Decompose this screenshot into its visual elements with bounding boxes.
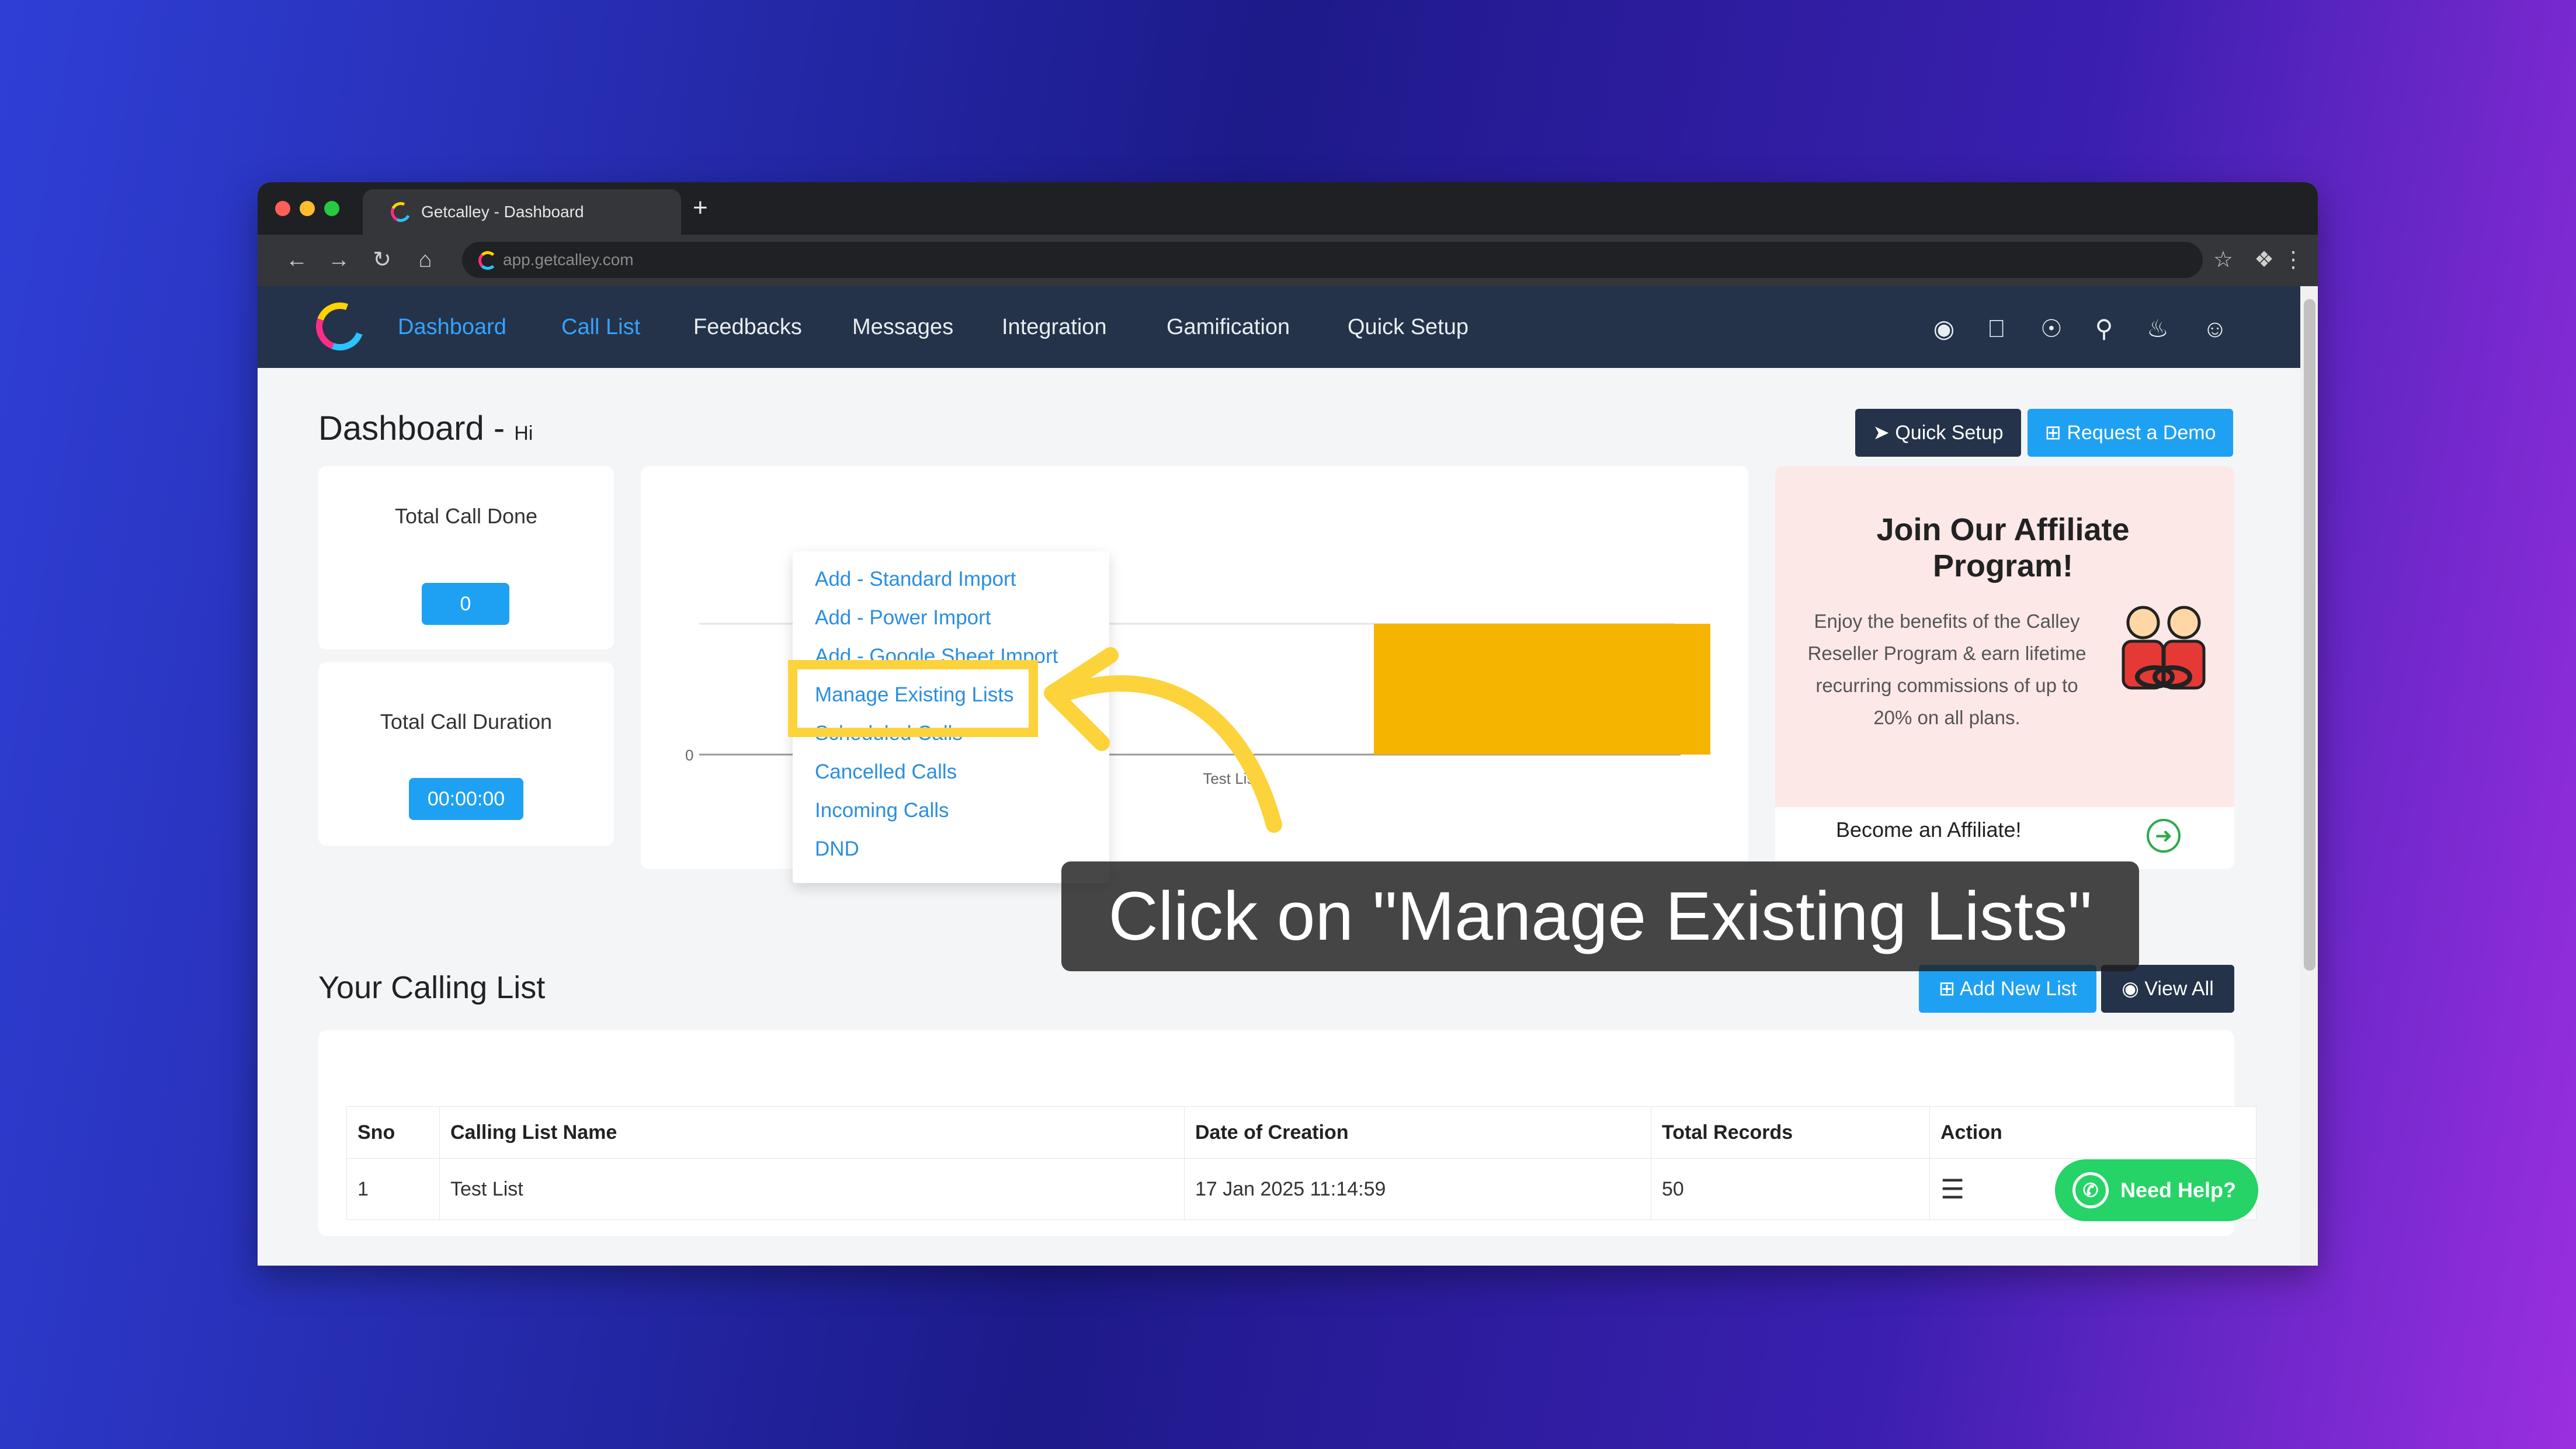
request-demo-button[interactable]: ⊞ Request a Demo — [2028, 409, 2233, 457]
forward-icon[interactable]: → — [324, 245, 353, 274]
chart-bar-test-list — [1374, 624, 1710, 755]
plus-square-icon: ⊞ — [2044, 422, 2061, 444]
browser-tab-bar: Getcalley - Dashboard + — [258, 182, 2318, 235]
tab-title: Getcalley - Dashboard — [421, 203, 584, 221]
add-new-list-button[interactable]: ⊞ Add New List — [1919, 965, 2096, 1013]
close-window-icon[interactable] — [275, 201, 290, 216]
android-icon[interactable]: ◉ — [1929, 314, 1959, 343]
nav-integration[interactable]: Integration — [1002, 286, 1107, 368]
calling-list-heading: Your Calling List — [318, 970, 546, 1005]
back-icon[interactable]: ← — [282, 245, 311, 274]
apple-icon[interactable]:  — [1982, 314, 2011, 343]
app-navbar: Dashboard Call List Feedbacks Messages I… — [258, 286, 2300, 368]
affiliate-title: Join Our Affiliate Program! — [1876, 512, 2130, 583]
paper-plane-icon: ➤ — [1873, 422, 1890, 444]
table-row[interactable]: 1 Test List 17 Jan 2025 11:14:59 50 ☰ — [346, 1158, 2256, 1220]
affiliate-people-icon — [2122, 606, 2206, 690]
site-favicon-icon — [478, 251, 497, 270]
browser-window: Getcalley - Dashboard + ← → ↻ ⌂ app.getc… — [258, 182, 2318, 1266]
tutorial-caption: Click on "Manage Existing Lists" — [1061, 861, 2139, 971]
nav-messages[interactable]: Messages — [852, 286, 953, 368]
affiliate-card: Join Our Affiliate Program! Enjoy the be… — [1775, 466, 2234, 869]
cell-records: 50 — [1651, 1158, 1930, 1220]
maximize-window-icon[interactable] — [324, 201, 339, 216]
browser-toolbar: ← → ↻ ⌂ app.getcalley.com ☆ ❖ ⋮ — [258, 235, 2318, 286]
reload-icon[interactable]: ↻ — [367, 245, 397, 274]
bookmark-star-icon[interactable]: ☆ — [2209, 245, 2238, 274]
eye-icon: ◉ — [2122, 978, 2139, 1000]
address-bar[interactable]: app.getcalley.com — [462, 242, 2203, 278]
browser-menu-icon[interactable]: ⋮ — [2279, 245, 2308, 274]
affiliate-description: Enjoy the benefits of the Calley Reselle… — [1807, 610, 2087, 728]
extensions-icon[interactable]: ❖ — [2249, 245, 2279, 274]
support-icon[interactable]: ☉ — [2037, 314, 2066, 343]
bell-icon[interactable]: ♨ — [2143, 314, 2172, 343]
nav-feedbacks[interactable]: Feedbacks — [693, 286, 802, 368]
new-tab-button[interactable]: + — [693, 195, 708, 221]
column-header: Sno — [346, 1106, 440, 1159]
minimize-window-icon[interactable] — [300, 201, 315, 216]
quick-setup-button[interactable]: ➤ Quick Setup — [1855, 409, 2021, 457]
nav-dashboard[interactable]: Dashboard — [398, 286, 506, 368]
calley-logo[interactable] — [308, 294, 372, 359]
table-header-row: Sno Calling List Name Date of Creation T… — [346, 1106, 2256, 1159]
scrollbar-thumb[interactable] — [2304, 299, 2315, 971]
nav-quick-setup[interactable]: Quick Setup — [1348, 286, 1468, 368]
plus-square-icon: ⊞ — [1938, 978, 1956, 1000]
column-header: Total Records — [1651, 1106, 1930, 1159]
column-header: Date of Creation — [1184, 1106, 1651, 1159]
total-call-done-value: 0 — [422, 583, 509, 625]
cell-date: 17 Jan 2025 11:14:59 — [1184, 1158, 1651, 1220]
pointer-arrow-icon — [1044, 647, 1282, 833]
calley-favicon-icon — [388, 199, 414, 225]
home-icon[interactable]: ⌂ — [411, 245, 440, 274]
total-calls-card: Total Call Done 0 — [318, 466, 614, 649]
need-help-label: Need Help? — [2120, 1178, 2237, 1202]
cell-list-name: Test List — [439, 1158, 1185, 1220]
list-menu-icon[interactable]: ☰ — [1940, 1174, 1964, 1204]
nav-gamification[interactable]: Gamification — [1167, 286, 1290, 368]
column-header: Calling List Name — [439, 1106, 1185, 1159]
column-header: Action — [1929, 1106, 2256, 1159]
chart-y-tick-zero: 0 — [685, 746, 693, 764]
view-all-button[interactable]: ◉ View All — [2101, 965, 2234, 1013]
total-call-duration-value: 00:00:00 — [409, 778, 523, 820]
user-account-icon[interactable]: ☺ — [2200, 314, 2230, 343]
total-call-done-label: Total Call Done — [394, 504, 538, 528]
search-icon[interactable]: ⚲ — [2089, 314, 2119, 343]
page-title: Dashboard - Hi — [318, 409, 533, 447]
url-text: app.getcalley.com — [503, 251, 634, 269]
nav-call-list[interactable]: Call List — [561, 286, 640, 368]
total-call-duration-label: Total Call Duration — [380, 710, 553, 734]
browser-tab[interactable]: Getcalley - Dashboard — [363, 189, 681, 235]
call-duration-card: Total Call Duration 00:00:00 — [318, 662, 614, 846]
whatsapp-icon: ✆ — [2072, 1172, 2109, 1208]
become-affiliate-link[interactable]: Become an Affiliate! — [1836, 818, 2022, 842]
calling-list-table: Sno Calling List Name Date of Creation T… — [346, 1106, 2256, 1220]
cell-sno: 1 — [346, 1158, 440, 1220]
need-help-button[interactable]: ✆ Need Help? — [2055, 1159, 2258, 1221]
arrow-right-circle-icon[interactable]: ➜ — [2147, 819, 2181, 853]
